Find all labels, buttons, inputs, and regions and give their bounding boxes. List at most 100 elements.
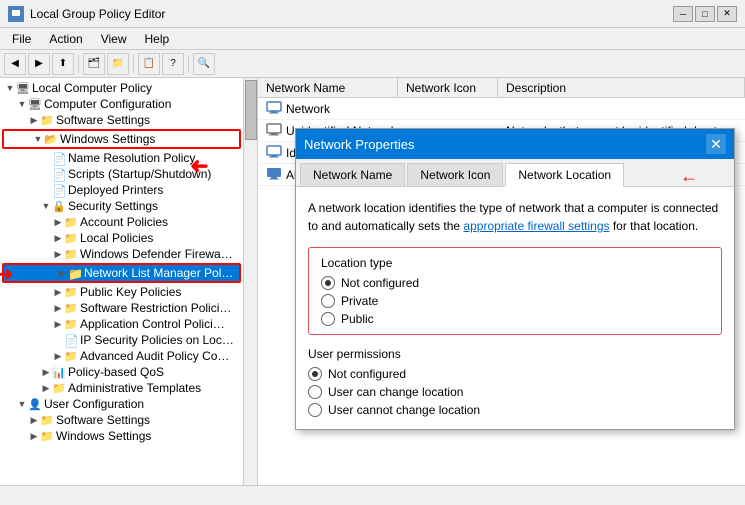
- radio-public-indicator: [321, 312, 335, 326]
- menu-view[interactable]: View: [93, 30, 135, 48]
- tree-node-user-configuration[interactable]: ▼ 👤 User Configuration: [0, 396, 243, 412]
- window-controls: ─ □ ✕: [673, 6, 737, 22]
- tab-arrow: ←: [680, 166, 698, 187]
- tree-node-account-policies[interactable]: ▶ 📁 Account Policies: [0, 214, 243, 230]
- tab-network-icon[interactable]: Network Icon: [407, 163, 503, 186]
- node-label: Account Policies: [80, 215, 168, 229]
- expand-icon: ▼: [16, 398, 28, 410]
- unidentified-row-icon: [266, 122, 282, 139]
- node-label: Public Key Policies: [80, 285, 181, 299]
- tree-node-admin-templates[interactable]: ▶ 📁 Administrative Templates: [0, 380, 243, 396]
- folder-icon: 📁: [64, 286, 78, 298]
- node-label: Windows Defender Firewa…: [80, 247, 233, 261]
- node-label: Network List Manager Pol…: [84, 266, 233, 280]
- tree-node-public-key[interactable]: ▶ 📁 Public Key Policies: [0, 284, 243, 300]
- separator-3: [188, 55, 189, 73]
- tree-node-software-settings[interactable]: ▶ 📁 Software Settings: [0, 112, 243, 128]
- scroll-thumb[interactable]: [245, 80, 257, 140]
- doc-icon: 📄: [52, 184, 66, 196]
- tree-content: ▼ 🖥 Local Computer Policy ▼ 🖥 Computer C…: [0, 78, 243, 446]
- expand-icon: ▶: [40, 366, 52, 378]
- list-header: Network Name Network Icon Description: [258, 78, 745, 98]
- separator-1: [78, 55, 79, 73]
- menu-action[interactable]: Action: [41, 30, 90, 48]
- tab-network-location[interactable]: Network Location ←: [505, 163, 624, 187]
- dialog-titlebar: Network Properties ✕: [296, 129, 734, 159]
- computer-icon: 🖥: [28, 98, 42, 110]
- tree-node-policy-qos[interactable]: ▶ 📊 Policy-based QoS: [0, 364, 243, 380]
- tree-scrollbar[interactable]: [243, 78, 257, 485]
- expand-icon: ▼: [40, 200, 52, 212]
- computer-icon: 🖥: [16, 82, 30, 94]
- folder-icon: 📁: [64, 302, 78, 314]
- tree-node-app-control[interactable]: ▶ 📁 Application Control Polici…: [0, 316, 243, 332]
- properties-button[interactable]: 📋: [138, 53, 160, 75]
- up-button[interactable]: ⬆: [52, 53, 74, 75]
- close-button[interactable]: ✕: [717, 6, 737, 22]
- node-label: Policy-based QoS: [68, 365, 164, 379]
- network-list-manager-container: ▶ 📁 Network List Manager Pol… ➜: [0, 263, 243, 283]
- folder-icon: 📁: [40, 414, 54, 426]
- tree-node-security-settings[interactable]: ▼ 🔒 Security Settings: [0, 198, 243, 214]
- radio-perm-not-configured[interactable]: Not configured: [308, 367, 722, 381]
- dialog-title: Network Properties: [304, 137, 415, 152]
- doc-icon: 📄: [52, 168, 66, 180]
- dialog-close-button[interactable]: ✕: [706, 134, 726, 154]
- tree-node-software-restriction[interactable]: ▶ 📁 Software Restriction Polici…: [0, 300, 243, 316]
- back-button[interactable]: ◀: [4, 53, 26, 75]
- main-area: ▼ 🖥 Local Computer Policy ▼ 🖥 Computer C…: [0, 78, 745, 485]
- tree-node-ip-security[interactable]: 📄 IP Security Policies on Loc…: [0, 332, 243, 348]
- node-label: Application Control Polici…: [80, 317, 225, 331]
- tree-node-user-windows[interactable]: ▶ 📁 Windows Settings: [0, 428, 243, 444]
- node-label: Local Policies: [80, 231, 153, 245]
- arrow-windows-settings: ➜: [190, 153, 208, 179]
- list-item[interactable]: Network: [258, 98, 745, 120]
- node-label: User Configuration: [44, 397, 144, 411]
- radio-public[interactable]: Public: [321, 312, 709, 326]
- tree-node-windows-settings[interactable]: ▼ 📂 Windows Settings: [4, 131, 239, 147]
- col-header-network-name[interactable]: Network Name: [258, 78, 398, 97]
- app-icon: [8, 6, 24, 22]
- maximize-button[interactable]: □: [695, 6, 715, 22]
- menu-help[interactable]: Help: [137, 30, 178, 48]
- tree-node-local-policies[interactable]: ▶ 📁 Local Policies: [0, 230, 243, 246]
- tree-node-computer-configuration[interactable]: ▼ 🖥 Computer Configuration: [0, 96, 243, 112]
- forward-button[interactable]: ▶: [28, 53, 50, 75]
- radio-not-configured[interactable]: Not configured: [321, 276, 709, 290]
- search-button[interactable]: 🔍: [193, 53, 215, 75]
- col-header-network-icon[interactable]: Network Icon: [398, 78, 498, 97]
- tree-node-advanced-audit[interactable]: ▶ 📁 Advanced Audit Policy Co…: [0, 348, 243, 364]
- help-button[interactable]: ?: [162, 53, 184, 75]
- expand-icon: ▶: [52, 302, 64, 314]
- expand-icon: ▶: [52, 318, 64, 330]
- tree-node-user-software[interactable]: ▶ 📁 Software Settings: [0, 412, 243, 428]
- allnetworks-row-icon: [266, 166, 282, 183]
- firewall-link[interactable]: appropriate firewall settings: [463, 219, 609, 233]
- folder-open-icon: 📂: [44, 133, 58, 145]
- minimize-button[interactable]: ─: [673, 6, 693, 22]
- expand-icon: [40, 152, 52, 164]
- col-header-description[interactable]: Description: [498, 78, 745, 97]
- radio-cannot-change-indicator: [308, 403, 322, 417]
- tree-node-network-list-manager[interactable]: ▶ 📁 Network List Manager Pol…: [4, 265, 239, 281]
- folder-button[interactable]: 📁: [107, 53, 129, 75]
- expand-icon: [40, 184, 52, 196]
- radio-can-change[interactable]: User can change location: [308, 385, 722, 399]
- node-label: Computer Configuration: [44, 97, 171, 111]
- tree-node-deployed-printers[interactable]: 📄 Deployed Printers: [0, 182, 243, 198]
- toolbar: ◀ ▶ ⬆ 🗂 📁 📋 ? 🔍: [0, 50, 745, 78]
- tree-node-windows-defender[interactable]: ▶ 📁 Windows Defender Firewa…: [0, 246, 243, 262]
- tab-network-name[interactable]: Network Name: [300, 163, 405, 186]
- dialog-tabs: Network Name Network Icon Network Locati…: [296, 159, 734, 187]
- chart-icon: 📊: [52, 366, 66, 378]
- user-permissions-options: Not configured User can change location …: [308, 367, 722, 417]
- tree-node-local-computer-policy[interactable]: ▼ 🖥 Local Computer Policy: [0, 80, 243, 96]
- show-hide-tree-button[interactable]: 🗂: [83, 53, 105, 75]
- location-type-label: Location type: [321, 256, 709, 270]
- node-label: Deployed Printers: [68, 183, 163, 197]
- radio-private[interactable]: Private: [321, 294, 709, 308]
- expand-icon: ▶: [56, 267, 68, 279]
- menu-file[interactable]: File: [4, 30, 39, 48]
- expand-icon: ▶: [52, 248, 64, 260]
- radio-cannot-change[interactable]: User cannot change location: [308, 403, 722, 417]
